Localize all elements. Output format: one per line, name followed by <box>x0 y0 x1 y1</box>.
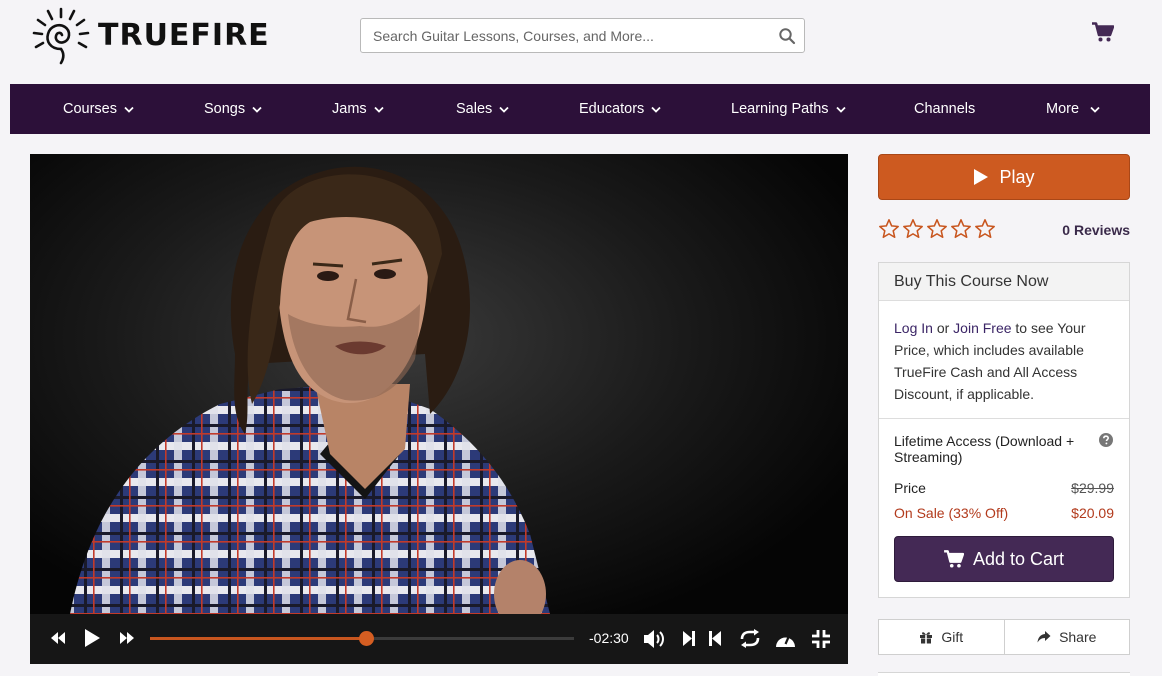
login-link[interactable]: Log In <box>894 320 933 336</box>
rewind-icon[interactable] <box>50 631 66 645</box>
price-label: Price <box>894 480 926 496</box>
buy-panel-heading: Buy This Course Now <box>879 263 1129 301</box>
nav-item-jams[interactable]: Jams <box>332 84 384 134</box>
chevron-down-icon <box>835 106 846 113</box>
star-outline-icon[interactable] <box>926 218 948 240</box>
loop-icon[interactable] <box>739 629 761 648</box>
nav-item-more[interactable]: More <box>1046 84 1100 134</box>
progress-fill <box>150 637 367 640</box>
star-outline-icon[interactable] <box>902 218 924 240</box>
play-button[interactable]: Play <box>878 154 1130 200</box>
star-outline-icon[interactable] <box>950 218 972 240</box>
nav-item-learning-paths[interactable]: Learning Paths <box>731 84 846 134</box>
gift-icon <box>920 632 933 644</box>
play-button-label: Play <box>999 166 1035 187</box>
chevron-down-icon <box>499 106 509 113</box>
player-controls: -02:30 <box>30 614 848 664</box>
main-nav: Courses Songs Jams Sales Educators Learn… <box>10 84 1150 134</box>
volume-icon[interactable] <box>643 629 666 649</box>
search-input[interactable] <box>361 19 761 52</box>
nav-item-label: Sales <box>456 101 493 117</box>
truefire-logo[interactable]: TRUEFIRE <box>28 6 270 65</box>
pricing-info-text: Log In or Join Free to see Your Price, w… <box>879 301 1129 419</box>
next-icon[interactable] <box>682 630 696 647</box>
video-frame[interactable] <box>30 154 848 628</box>
gift-button[interactable]: Gift <box>878 619 1005 655</box>
time-remaining: -02:30 <box>589 630 629 646</box>
gift-label: Gift <box>941 629 964 645</box>
search-icon[interactable] <box>778 27 796 45</box>
nav-item-label: Courses <box>63 101 117 117</box>
gift-share-row: Gift Share <box>878 619 1130 655</box>
instructor-video-image <box>70 166 550 628</box>
add-to-cart-label: Add to Cart <box>972 548 1065 569</box>
video-player[interactable]: -02:30 <box>30 154 848 664</box>
speed-icon[interactable] <box>775 630 796 648</box>
shopping-cart-icon <box>944 550 964 568</box>
fast-forward-icon[interactable] <box>119 631 135 645</box>
play-icon <box>974 169 989 185</box>
buy-course-panel: Buy This Course Now Log In or Join Free … <box>878 262 1130 598</box>
join-free-link[interactable]: Join Free <box>953 320 1011 336</box>
question-circle-icon[interactable] <box>1099 433 1113 447</box>
previous-icon[interactable] <box>708 630 722 647</box>
site-header: TRUEFIRE <box>0 0 1162 84</box>
access-type-label: Lifetime Access (Download + Streaming) <box>894 433 1075 465</box>
sale-label: On Sale (33% Off) <box>894 505 1009 521</box>
chevron-down-icon <box>124 106 134 113</box>
nav-item-label: More <box>1046 101 1080 117</box>
sale-price: $20.09 <box>1071 505 1114 521</box>
nav-item-label: Jams <box>332 101 367 117</box>
truefire-sun-icon <box>32 7 90 65</box>
brand-name: TRUEFIRE <box>98 17 270 53</box>
shopping-cart-icon[interactable] <box>1092 22 1114 42</box>
nav-item-educators[interactable]: Educators <box>579 84 661 134</box>
nav-item-courses[interactable]: Courses <box>63 84 134 134</box>
nav-item-label: Songs <box>204 101 246 117</box>
original-price: $29.99 <box>1071 480 1114 496</box>
star-outline-icon[interactable] <box>878 218 900 240</box>
add-to-cart-button[interactable]: Add to Cart <box>894 536 1114 582</box>
nav-item-label: Learning Paths <box>731 101 829 117</box>
share-button[interactable]: Share <box>1004 619 1130 655</box>
share-label: Share <box>1059 629 1097 645</box>
share-icon <box>1037 631 1051 643</box>
or-text: or <box>932 320 954 336</box>
play-icon[interactable] <box>83 628 101 648</box>
price-row: Price $29.99 <box>894 480 1114 496</box>
nav-item-label: Educators <box>579 101 645 117</box>
nav-item-songs[interactable]: Songs <box>204 84 262 134</box>
progress-handle[interactable] <box>359 631 375 646</box>
sale-row: On Sale (33% Off) $20.09 <box>894 505 1114 521</box>
star-outline-icon[interactable] <box>974 218 996 240</box>
exit-fullscreen-icon[interactable] <box>811 629 831 649</box>
reviews-link[interactable]: 0 Reviews <box>1062 222 1130 238</box>
search-bar <box>360 18 805 53</box>
chevron-down-icon <box>1090 106 1100 113</box>
progress-bar[interactable] <box>150 631 574 646</box>
next-panel-edge <box>878 672 1130 676</box>
chevron-down-icon <box>374 106 384 113</box>
nav-item-label: Channels <box>914 101 976 117</box>
nav-item-channels[interactable]: Channels <box>914 84 975 134</box>
star-rating <box>878 218 998 240</box>
nav-item-sales[interactable]: Sales <box>456 84 509 134</box>
chevron-down-icon <box>651 106 661 113</box>
chevron-down-icon <box>252 106 262 113</box>
